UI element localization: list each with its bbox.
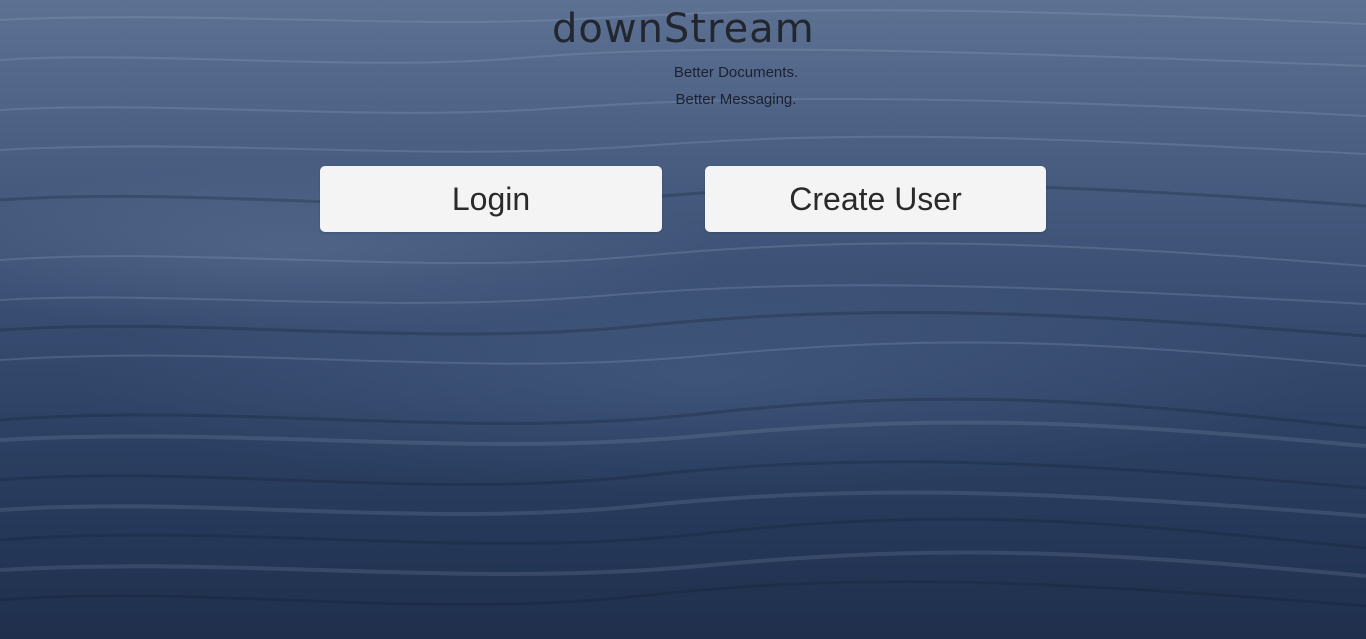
app-title: downStream: [552, 6, 815, 52]
tagline-documents: Better Documents.: [673, 64, 799, 81]
tagline-messaging: Better Messaging.: [675, 91, 797, 108]
create-user-button[interactable]: Create User: [705, 166, 1046, 232]
login-button[interactable]: Login: [320, 166, 662, 232]
